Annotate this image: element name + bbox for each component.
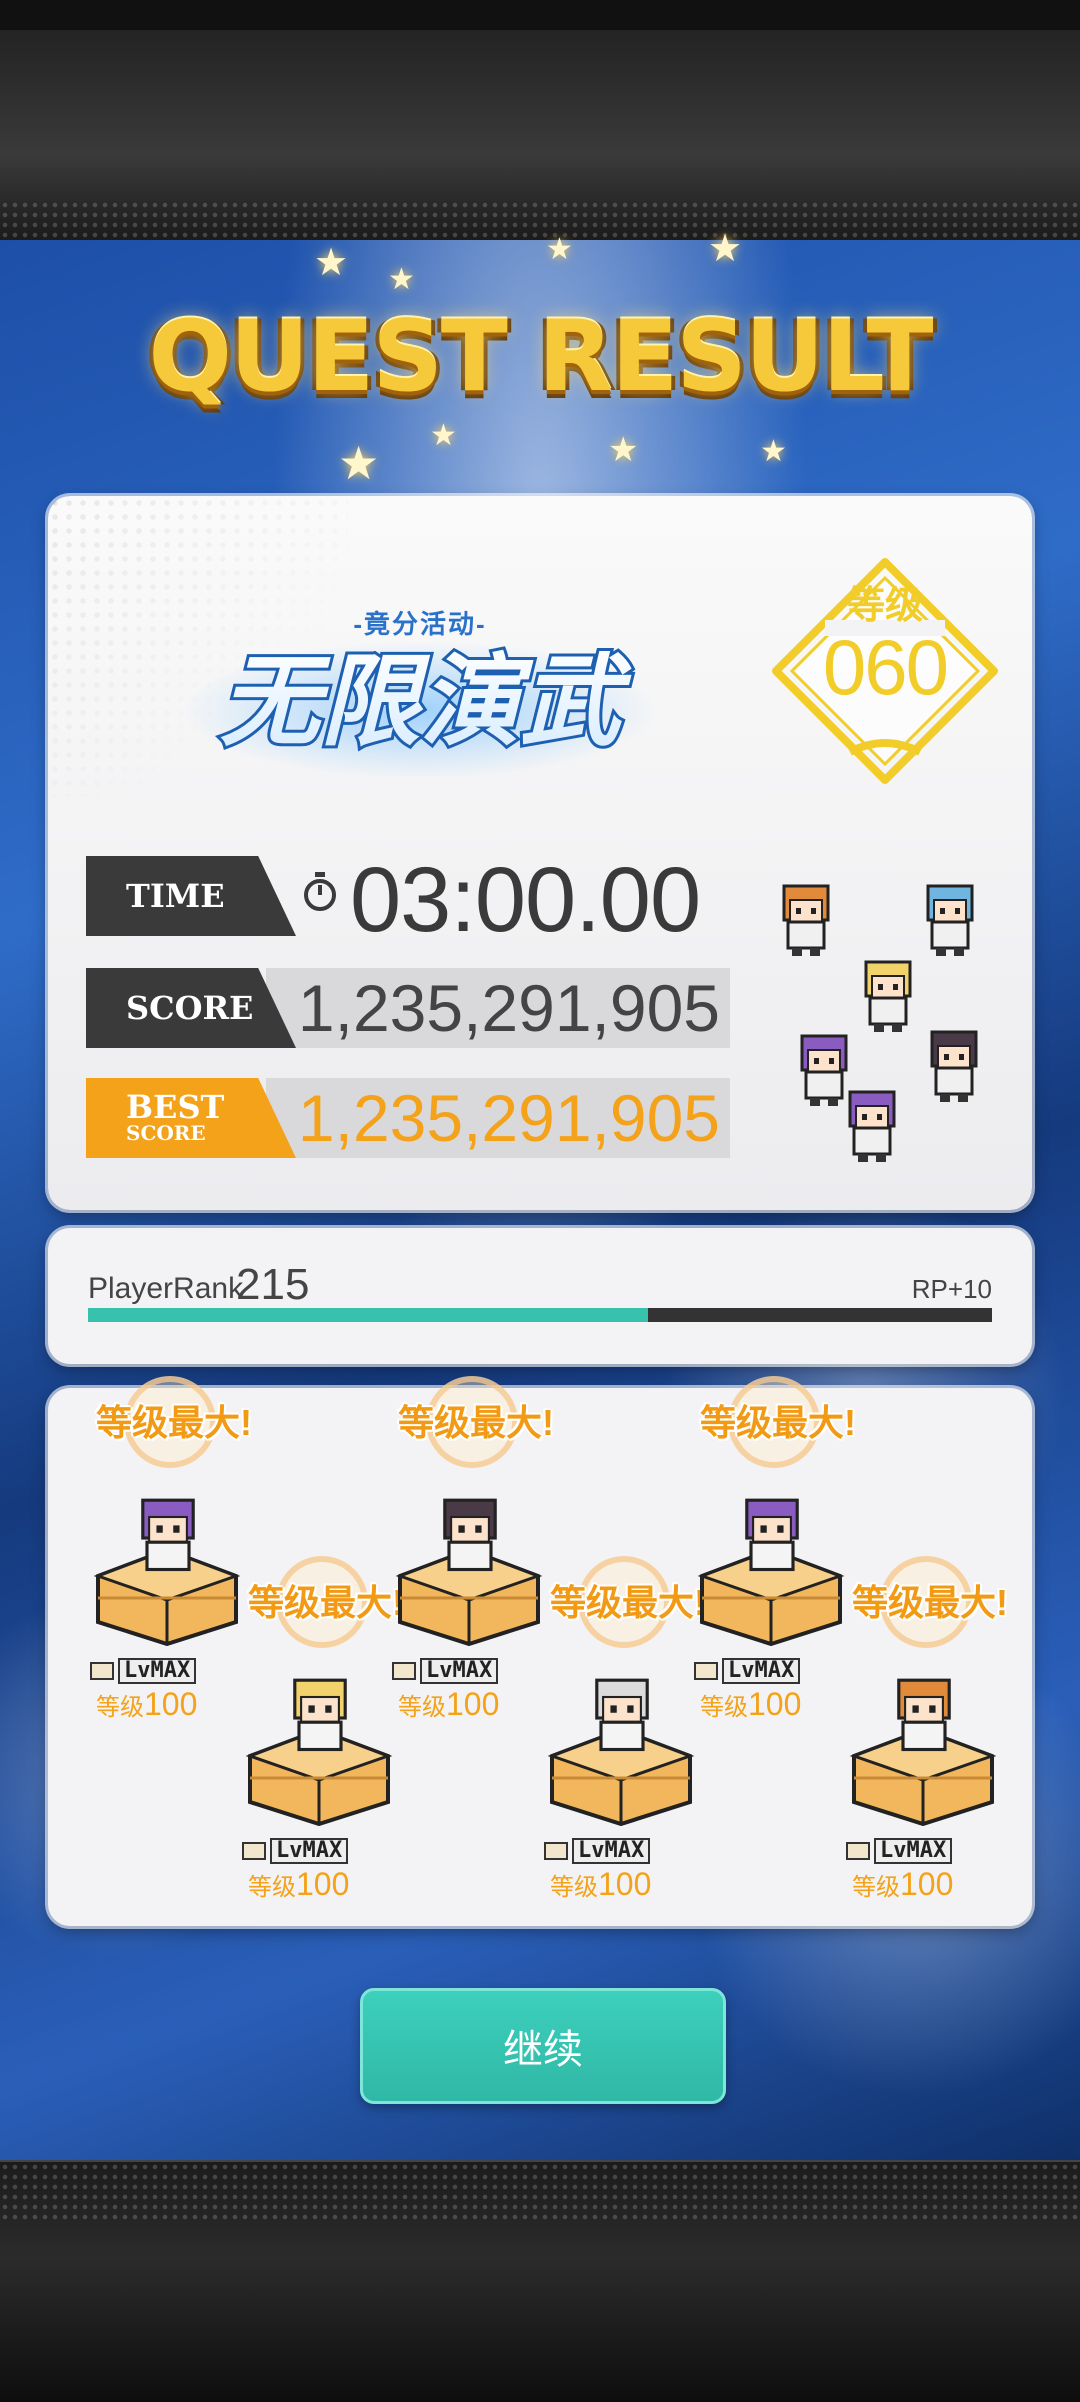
unit-card: 等级最大! LvMAX 等级100 <box>236 1556 404 1902</box>
unit-level-prefix: 等级 <box>398 1694 446 1721</box>
player-rank-label: PlayerRank <box>88 1272 244 1305</box>
unit-level: 等级100 <box>398 1686 548 1723</box>
score-label-text: SCORE <box>126 989 254 1027</box>
sparkle-star-icon: ★ <box>546 233 573 266</box>
unit-level-prefix: 等级 <box>550 1874 598 1901</box>
unit-level: 等级100 <box>550 1866 700 1903</box>
lv-max-text: LvMAX <box>572 1838 651 1864</box>
level-label: 等级 <box>846 585 923 627</box>
unit-card: 等级最大! LvMAX 等级100 <box>84 1376 252 1722</box>
unit-level-value: 100 <box>900 1866 954 1902</box>
sparkle-star-icon: ★ <box>314 242 349 284</box>
lv-max-tag: LvMAX <box>392 1658 542 1684</box>
score-value: 1,235,291,905 <box>297 971 720 1045</box>
unit-level-value: 100 <box>598 1866 652 1902</box>
sparkle-star-icon: ★ <box>430 419 457 452</box>
rank-progress-fill <box>88 1308 649 1322</box>
party-member-sprite <box>848 1090 896 1162</box>
lv-tag-box-icon <box>544 1842 568 1860</box>
unit-level: 等级100 <box>852 1866 1002 1903</box>
lv-max-text: LvMAX <box>420 1658 499 1684</box>
party-member-sprite <box>926 884 974 956</box>
sparkle-star-icon: ★ <box>608 431 639 469</box>
time-label-text: TIME <box>126 877 225 915</box>
lv-max-text: LvMAX <box>874 1838 953 1864</box>
header-band <box>0 30 1080 242</box>
lv-max-tag: LvMAX <box>90 1658 240 1684</box>
lv-tag-box-icon <box>392 1662 416 1680</box>
lv-max-text: LvMAX <box>722 1658 801 1684</box>
sparkle-star-icon: ★ <box>338 437 380 489</box>
best-sub-label-text: SCORE <box>126 1121 206 1145</box>
continue-button[interactable]: 继续 <box>360 1988 726 2104</box>
unit-sprite <box>443 1498 497 1572</box>
player-rank-value: 215 <box>236 1260 310 1309</box>
unit-sprite <box>293 1678 347 1752</box>
lv-max-text: LvMAX <box>270 1838 349 1864</box>
unit-card: 等级最大! LvMAX 等级100 <box>538 1556 706 1902</box>
party-member-sprite <box>782 884 830 956</box>
unit-card: 等级最大! LvMAX 等级100 <box>386 1376 554 1722</box>
sparkle-star-icon: ★ <box>388 263 415 296</box>
event-logo: 无限演武 <box>217 640 635 763</box>
quest-result-title: QUEST RESULT <box>148 300 933 414</box>
footer-band <box>0 2160 1080 2402</box>
unit-level: 等级100 <box>96 1686 246 1723</box>
unit-level-value: 100 <box>144 1686 198 1722</box>
lv-tag-box-icon <box>846 1842 870 1860</box>
unit-level-value: 100 <box>446 1686 500 1722</box>
unit-level: 等级100 <box>700 1686 850 1723</box>
unit-level-prefix: 等级 <box>852 1874 900 1901</box>
lv-tag-box-icon <box>90 1662 114 1680</box>
status-bar-area <box>0 0 1080 30</box>
level-value: 060 <box>822 623 949 711</box>
unit-sprite <box>595 1678 649 1752</box>
level-max-label: 等级最大! <box>700 1402 856 1443</box>
unit-level-value: 100 <box>748 1686 802 1722</box>
party-member-sprite <box>864 960 912 1032</box>
lv-tag-box-icon <box>242 1842 266 1860</box>
lv-max-tag: LvMAX <box>694 1658 844 1684</box>
lv-max-tag: LvMAX <box>846 1838 996 1864</box>
unit-level-prefix: 等级 <box>96 1694 144 1721</box>
lv-max-text: LvMAX <box>118 1658 197 1684</box>
sparkle-star-icon: ★ <box>760 435 787 468</box>
unit-sprite <box>141 1498 195 1572</box>
event-name: 无限演武 <box>220 643 632 760</box>
time-value: 03:00.00 <box>350 849 701 951</box>
lv-tag-box-icon <box>694 1662 718 1680</box>
lv-max-tag: LvMAX <box>242 1838 392 1864</box>
unit-level-prefix: 等级 <box>248 1874 296 1901</box>
unit-level-value: 100 <box>296 1866 350 1902</box>
unit-sprite <box>745 1498 799 1572</box>
stopwatch-icon <box>304 872 336 911</box>
lv-max-tag: LvMAX <box>544 1838 694 1864</box>
level-max-label: 等级最大! <box>398 1402 554 1443</box>
best-label-text: BEST <box>126 1088 225 1126</box>
level-max-label: 等级最大! <box>852 1582 1008 1623</box>
unit-card: 等级最大! LvMAX 等级100 <box>840 1556 1008 1902</box>
party-member-sprite <box>930 1030 978 1102</box>
unit-level-prefix: 等级 <box>700 1694 748 1721</box>
best-score-value: 1,235,291,905 <box>297 1081 720 1155</box>
level-max-label: 等级最大! <box>96 1402 252 1443</box>
unit-sprite <box>897 1678 951 1752</box>
unit-card: 等级最大! LvMAX 等级100 <box>688 1376 856 1722</box>
unit-level: 等级100 <box>248 1866 398 1903</box>
sparkle-star-icon: ★ <box>708 228 743 270</box>
rank-points-gain: RP+10 <box>911 1274 992 1304</box>
